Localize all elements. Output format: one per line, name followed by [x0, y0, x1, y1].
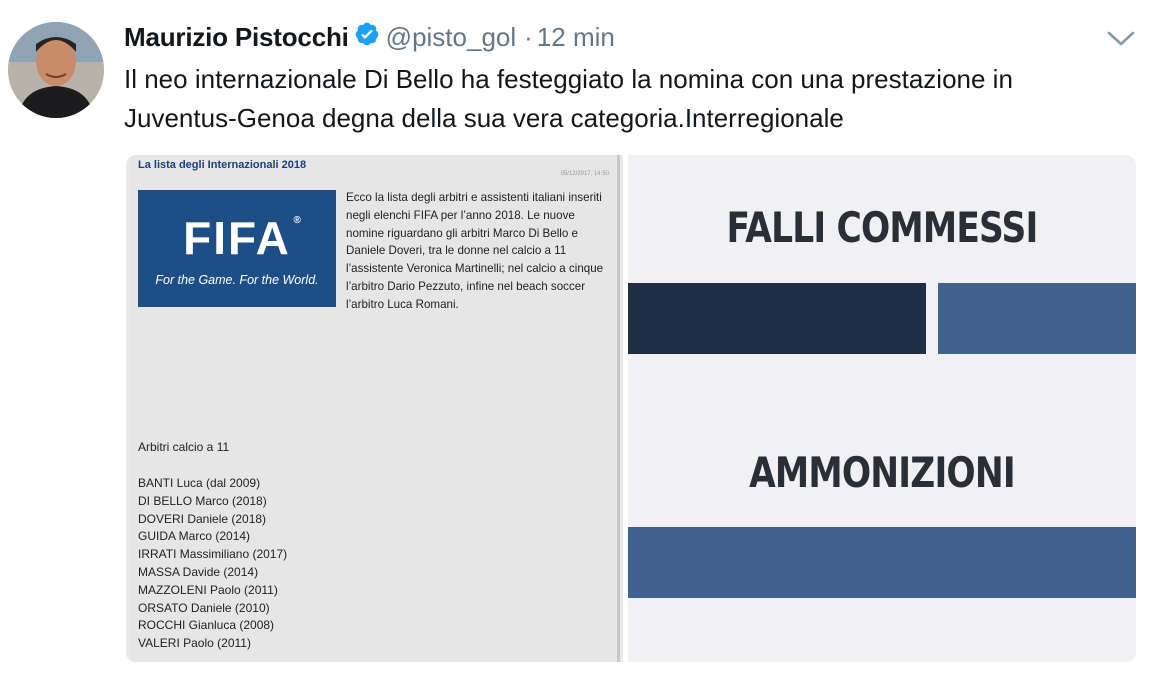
list-item: IRRATI Massimiliano (2017)	[138, 547, 288, 562]
list-item: DI BELLO Marco (2018)	[138, 493, 267, 508]
article-date: 05/12/2017, 14:50	[560, 171, 609, 177]
tweet-text: Il neo internazionale Di Bello ha festeg…	[124, 64, 1013, 133]
list-item: ROCCHI Gianluca (2008)	[138, 618, 275, 633]
article-paragraph: Ecco la lista degli arbitri e assistenti…	[346, 191, 604, 311]
tweet-timestamp[interactable]: 12 min	[537, 22, 615, 53]
list-item: ORSATO Daniele (2010)	[138, 600, 270, 615]
list-item: VALERI Paolo (2011)	[138, 636, 251, 651]
author-name[interactable]: Maurizio Pistocchi	[124, 22, 349, 53]
chevron-down-icon[interactable]	[1105, 26, 1137, 50]
separator-dot: ·	[524, 21, 533, 52]
bookings-bar	[628, 527, 1136, 598]
tweet-header: Maurizio Pistocchi @pisto_gol · 12 min	[124, 20, 615, 54]
stat-title-bookings: AMMONIZIONI	[749, 448, 1016, 497]
article-page: La lista degli Internazionali 2018 05/12…	[130, 155, 620, 662]
verified-badge-icon	[354, 21, 380, 47]
avatar-photo	[8, 22, 104, 118]
fifa-logo-wordmark: FIFA	[183, 211, 291, 264]
tweet-media[interactable]: La lista degli Internazionali 2018 05/12…	[126, 155, 1136, 662]
fouls-bar-dark	[628, 283, 926, 354]
stats-image[interactable]: FALLI COMMESSI AMMONIZIONI	[628, 155, 1136, 662]
referee-list: BANTI Luca (dal 2009) DI BELLO Marco (20…	[138, 475, 287, 653]
article-subheading: Arbitri calcio a 11	[138, 440, 230, 454]
list-item: MASSA Davide (2014)	[138, 564, 259, 579]
article-image[interactable]: La lista degli Internazionali 2018 05/12…	[126, 155, 623, 662]
list-item: DOVERI Daniele (2018)	[138, 511, 267, 526]
avatar[interactable]	[8, 22, 104, 118]
stat-title-fouls: FALLI COMMESSI	[726, 203, 1039, 252]
fifa-logo: FIFA ® For the Game. For the World.	[138, 190, 336, 307]
list-item: GUIDA Marco (2014)	[138, 529, 251, 544]
fouls-bar-blue	[938, 283, 1136, 354]
fifa-logo-text: FIFA ®	[183, 211, 301, 265]
author-handle[interactable]: @pisto_gol	[386, 22, 516, 53]
fifa-registered-mark: ®	[293, 214, 303, 226]
list-item: BANTI Luca (dal 2009)	[138, 476, 261, 490]
fifa-slogan: For the Game. For the World.	[155, 272, 319, 287]
list-item: MAZZOLENI Paolo (2011)	[138, 582, 278, 597]
article-title: La lista degli Internazionali 2018	[138, 159, 307, 171]
